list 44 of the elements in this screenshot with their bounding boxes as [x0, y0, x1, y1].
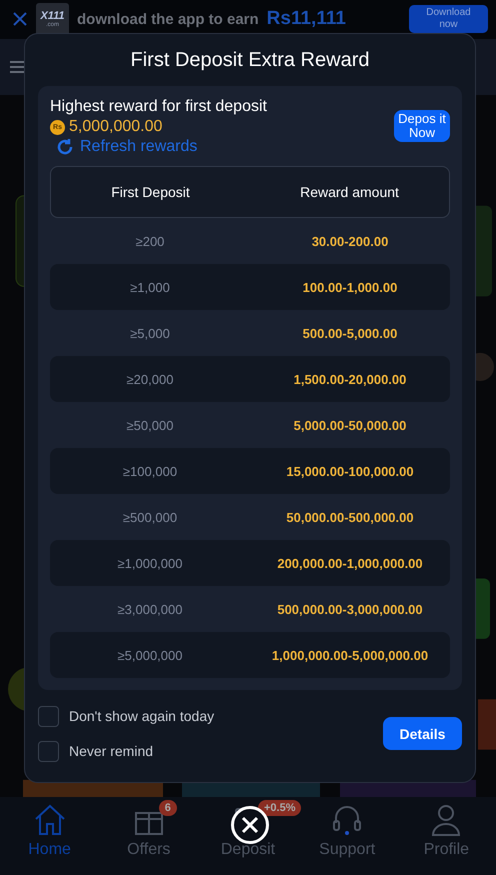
download-button[interactable]: Download now [409, 5, 488, 34]
checkbox-label: Don't show again today [69, 708, 214, 724]
deposit-now-button[interactable]: Depos it Now [394, 110, 450, 142]
nav-tab[interactable]: Profile [396, 797, 496, 875]
deposit-cell-text: ≥20,000 [126, 372, 174, 386]
deposit-cell-text: ≥50,000 [126, 418, 174, 432]
highest-reward-label: Highest reward for first deposit [50, 98, 267, 116]
reward-cell-text: 30.00-200.00 [310, 234, 390, 248]
deposit-cell-text: ≥5,000,000 [116, 648, 184, 662]
refresh-link[interactable]: Refresh rewards [50, 138, 267, 156]
deposit-cell-text: ≥1,000 [129, 280, 171, 294]
refresh-icon [56, 138, 74, 156]
checkbox[interactable] [38, 706, 59, 726]
checkbox-label: Never remind [69, 743, 154, 759]
banner-amount: Rs11,111 [266, 8, 347, 30]
deposit-cell-text: ≥5,000 [129, 326, 171, 340]
nav-tab[interactable]: Offers 6 [99, 797, 198, 875]
dialog-title: First Deposit Extra Reward [130, 48, 370, 72]
deposit-cell-text: ≥100,000 [122, 464, 178, 478]
reward-cell-text: 1,000,000.00-5,000,000.00 [270, 648, 430, 662]
reward-cell-text: 500.00-5,000.00 [302, 326, 398, 340]
nav-tab[interactable]: Home [0, 797, 100, 875]
reward-cell-text: 50,000.00-500,000.00 [285, 510, 415, 524]
details-button[interactable]: Details [383, 717, 462, 750]
reward-cell-text: 500,000.00-3,000,000.00 [276, 602, 424, 616]
column-header: First Deposit [110, 184, 191, 200]
reward-cell-text: 15,000.00-100,000.00 [285, 464, 415, 478]
reward-cell-text: 100.00-1,000.00 [302, 280, 398, 294]
highest-reward-amount: 5,000,000.00 [69, 118, 162, 136]
checkbox[interactable] [38, 740, 59, 762]
banner-text: download the app to earn [77, 10, 259, 28]
close-icon[interactable] [12, 11, 28, 28]
reward-cell-text: 200,000.00-1,000,000.00 [276, 556, 424, 570]
deposit-cell-text: ≥3,000,000 [116, 602, 184, 616]
reward-cell-text: 1,500.00-20,000.00 [292, 372, 408, 386]
close-icon [240, 815, 260, 835]
count-badge: +0.5% [258, 800, 302, 816]
count-badge: 6 [158, 800, 177, 816]
deposit-cell-text: ≥500,000 [122, 510, 178, 524]
reward-cell-text: 5,000.00-50,000.00 [292, 418, 408, 432]
deposit-cell-text: ≥200 [134, 234, 166, 248]
deposit-cell-text: ≥1,000,000 [116, 556, 184, 570]
column-header: Reward amount [299, 184, 400, 200]
menu-icon[interactable] [10, 60, 24, 74]
